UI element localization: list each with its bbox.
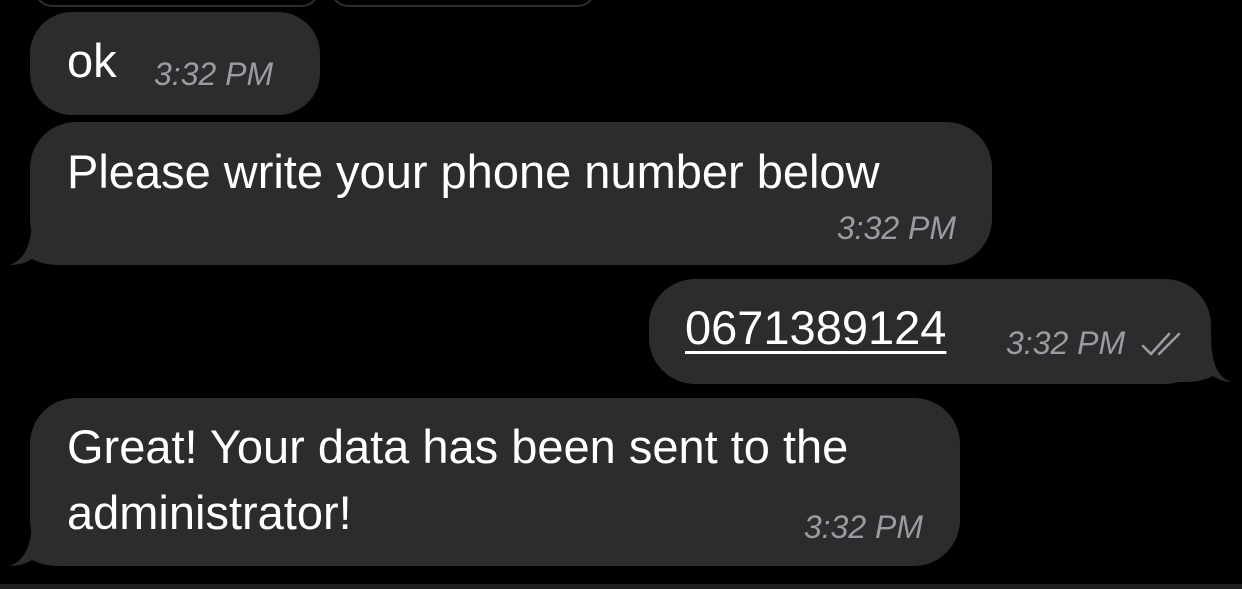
message-text-line: administrator! xyxy=(67,486,352,539)
message-text: ok xyxy=(67,34,117,87)
previous-message-bubble xyxy=(34,0,320,7)
message-text: Please write your phone number below xyxy=(67,145,880,198)
phone-number-link[interactable]: 0671389124 xyxy=(685,295,946,361)
message-text-line: Great! Your data has been sent to the xyxy=(67,420,849,473)
double-check-icon xyxy=(1141,332,1181,356)
message-bubble-outgoing[interactable]: 0671389124 3:32 PM xyxy=(649,279,1211,384)
input-bar-edge xyxy=(0,584,1242,589)
message-bubble-incoming[interactable]: Please write your phone number below 3:3… xyxy=(30,122,992,265)
previous-message-bubble xyxy=(330,0,596,7)
message-bubble-incoming[interactable]: Great! Your data has been sent to the ad… xyxy=(30,398,960,566)
message-timestamp: 3:32 PM xyxy=(836,210,956,246)
message-timestamp: 3:32 PM xyxy=(154,56,274,92)
message-bubble-incoming[interactable]: ok 3:32 PM xyxy=(30,12,320,115)
message-timestamp: 3:32 PM xyxy=(1006,325,1126,361)
chat-screen: { "messages": [ { "direction": "incoming… xyxy=(0,0,1242,589)
message-timestamp: 3:32 PM xyxy=(803,509,923,545)
